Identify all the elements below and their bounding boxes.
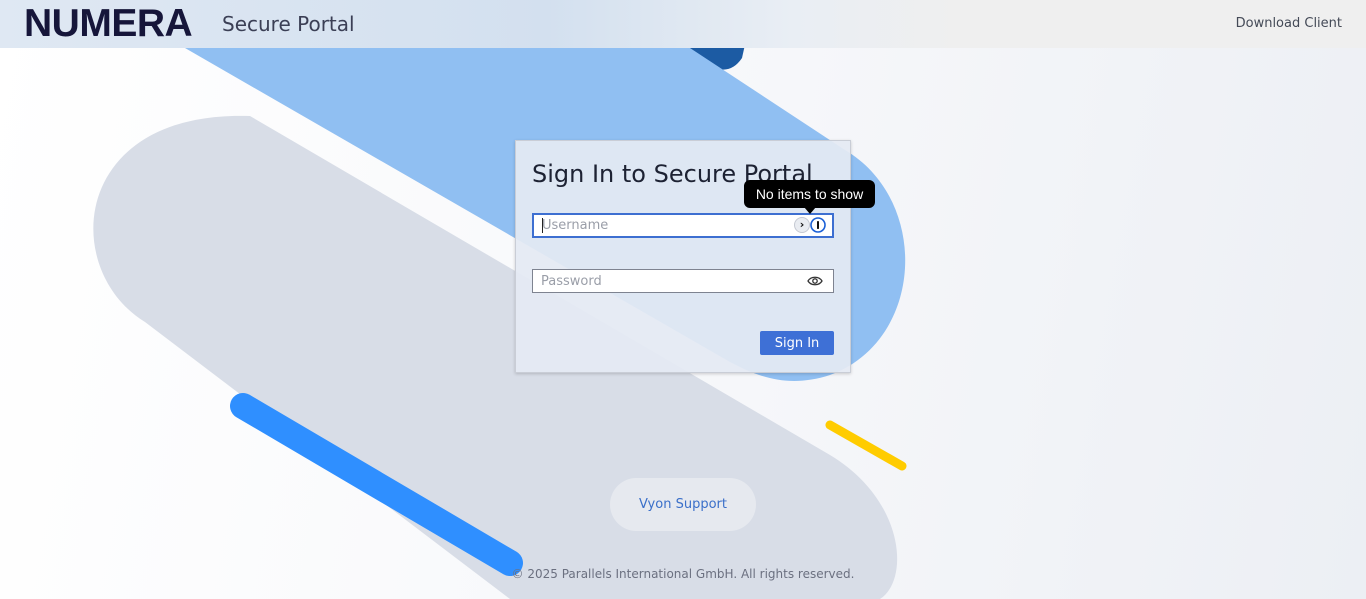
footer-copyright: © 2025 Parallels International GmbH. All… (511, 567, 855, 581)
text-cursor (542, 218, 543, 233)
autofill-tooltip: No items to show (744, 180, 875, 214)
eye-icon[interactable] (807, 274, 823, 288)
onepassword-icon[interactable] (810, 217, 826, 233)
numera-logo: NUMERA (24, 2, 193, 45)
username-field: › (532, 213, 834, 238)
top-header: NUMERA Secure Portal Download Client (0, 0, 1366, 48)
password-field (532, 269, 834, 293)
download-client-link[interactable]: Download Client (1236, 16, 1342, 31)
password-input[interactable] (533, 270, 791, 292)
sign-in-button[interactable]: Sign In (760, 331, 834, 355)
login-card: Sign In to Secure Portal › Sign In (515, 140, 851, 373)
vyon-support-button[interactable]: Vyon Support (610, 478, 756, 531)
chevron-right-icon[interactable]: › (794, 217, 810, 233)
yellow-stroke (825, 420, 907, 471)
portal-name: Secure Portal (222, 12, 355, 36)
username-input[interactable] (534, 215, 792, 236)
